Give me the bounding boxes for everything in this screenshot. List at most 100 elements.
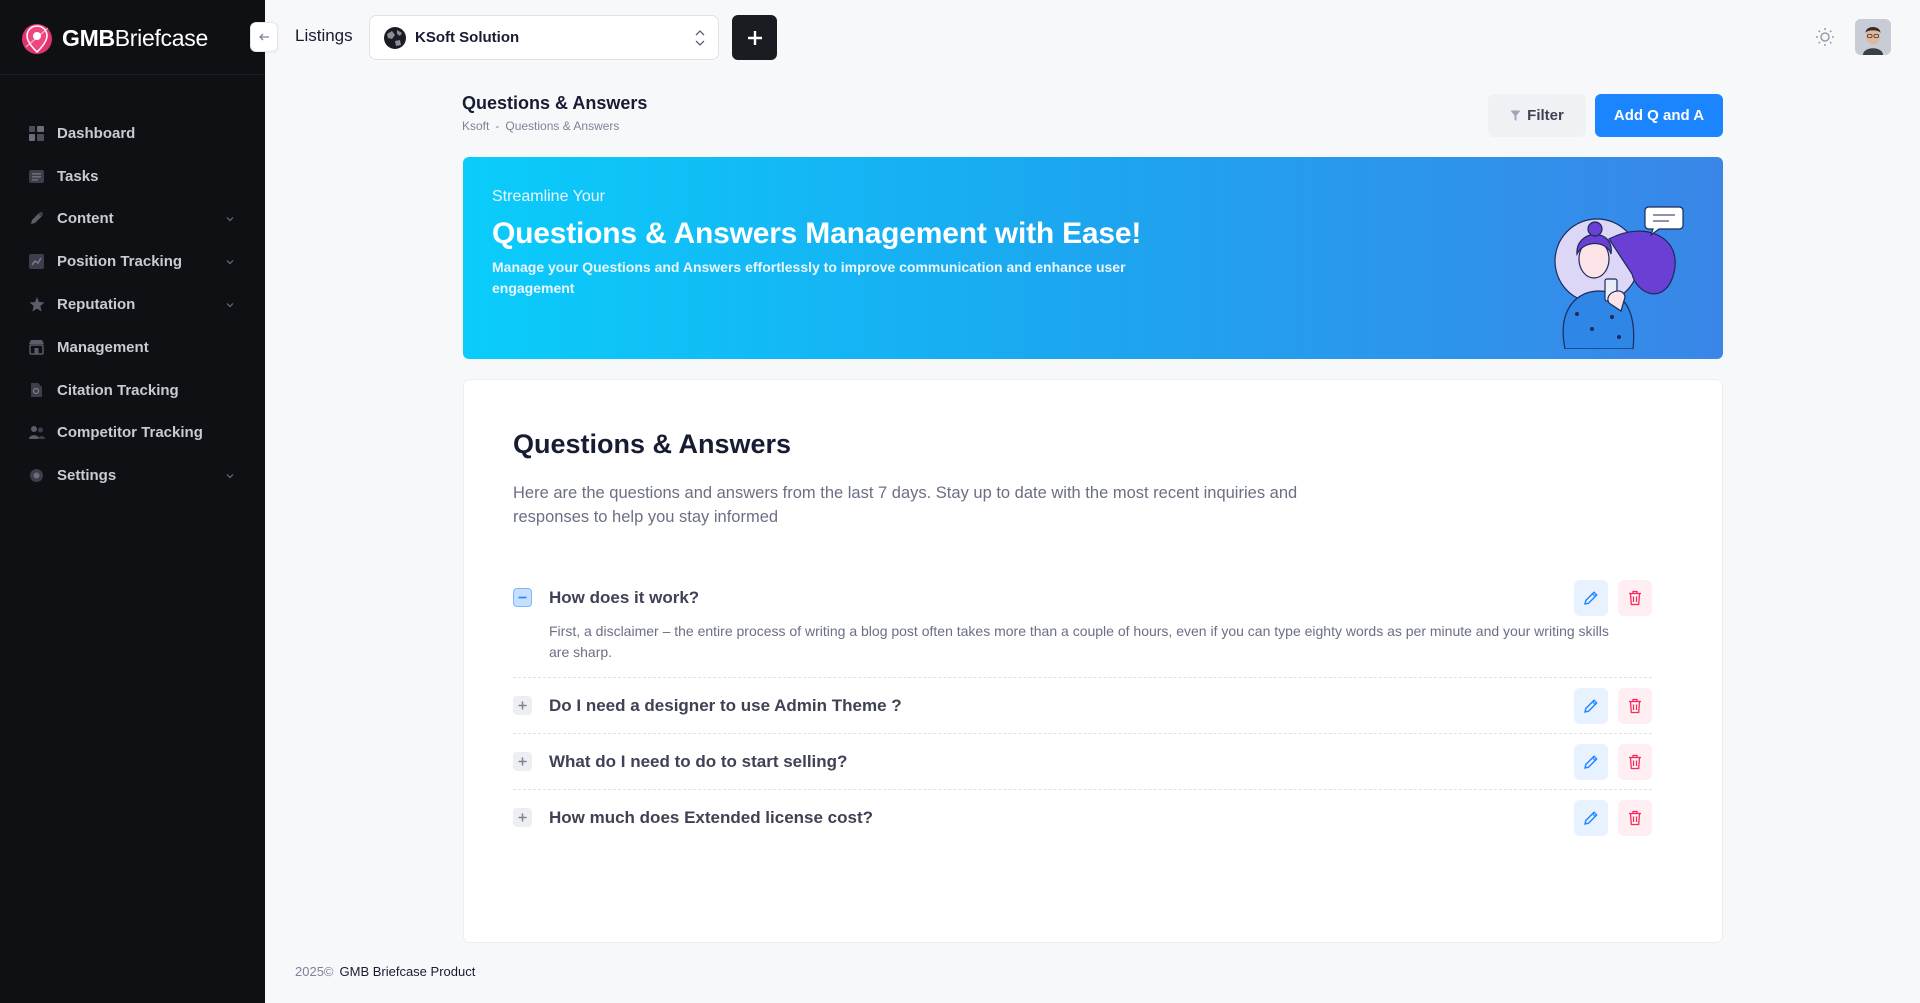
edit-button[interactable] [1574,799,1608,836]
page-title: Questions & Answers [462,93,648,113]
sidebar-item-tasks[interactable]: Tasks [0,155,265,198]
logo-pin-icon [22,24,52,54]
sidebar-item-label: Tasks [57,167,99,185]
filter-button[interactable]: Filter [1488,94,1586,137]
sidebar-item-label: Reputation [57,296,136,314]
qa-question[interactable]: How does it work? [549,588,1564,608]
promo-banner: Streamline Your Questions & Answers Mana… [463,157,1723,359]
chevron-down-icon [226,302,234,307]
qa-item: What do I need to do to start selling? [513,734,1652,790]
users-icon [28,424,45,441]
sidebar-item-label: Settings [57,467,117,485]
delete-button[interactable] [1618,799,1652,836]
trash-icon [1629,754,1641,769]
sidebar-item-label: Competitor Tracking [57,424,203,442]
brand-logo[interactable]: GMBBriefcase [20,18,208,58]
expand-toggle-icon[interactable] [513,696,532,715]
user-avatar[interactable] [1855,19,1891,55]
qa-question[interactable]: How much does Extended license cost? [549,808,1564,828]
footer-product-link[interactable]: GMB Briefcase Product [340,964,476,979]
pencil-icon [1584,754,1598,769]
sidebar-item-competitor-tracking[interactable]: Competitor Tracking [0,412,265,455]
listing-select-value: KSoft Solution [415,29,520,46]
brand-name-bold: GMB [62,24,115,51]
sidebar-item-management[interactable]: Management [0,326,265,369]
sidebar-item-label: Position Tracking [57,253,183,271]
document-icon [28,382,45,399]
trash-icon [1629,810,1641,825]
select-arrows-icon [692,29,708,46]
sun-icon [1816,28,1834,46]
sidebar-item-label: Dashboard [57,124,136,142]
sidebar-item-settings[interactable]: Settings [0,454,265,497]
qa-question[interactable]: Do I need a designer to use Admin Theme … [549,696,1564,716]
sidebar: GMBBriefcase Dashboard Tasks Content Pos… [0,0,265,1003]
filter-icon [1510,110,1521,121]
delete-button[interactable] [1618,579,1652,616]
collapse-toggle-icon[interactable] [513,588,532,607]
chart-icon [28,253,45,270]
chevron-down-icon [226,259,234,265]
qa-list: How does it work? First, a disclaimer – … [513,570,1652,845]
footer-year: 2025© [295,964,334,979]
listing-select[interactable]: KSoft Solution [369,15,719,60]
qa-question[interactable]: What do I need to do to start selling? [549,752,1564,772]
edit-button[interactable] [1574,743,1608,780]
sidebar-item-dashboard[interactable]: Dashboard [0,112,265,155]
chevron-down-icon [226,217,234,222]
breadcrumb-item[interactable]: Ksoft [462,119,489,133]
grid-icon [28,125,45,142]
arrow-left-icon [259,33,269,41]
woman-with-phone-illustration [1554,206,1684,349]
page-footer: 2025© GMB Briefcase Product [295,964,475,979]
expand-toggle-icon[interactable] [513,808,532,827]
breadcrumb: Ksoft - Questions & Answers [462,119,619,133]
pencil-icon [1584,698,1598,713]
topbar-title: Listings [295,26,353,45]
sidebar-nav: Dashboard Tasks Content Position Trackin… [0,112,265,497]
trash-icon [1629,698,1641,713]
user-photo [1855,19,1891,55]
edit-button[interactable] [1574,579,1608,616]
sidebar-item-label: Citation Tracking [57,381,179,399]
expand-toggle-icon[interactable] [513,752,532,771]
qa-card-title: Questions & Answers [513,429,792,459]
delete-button[interactable] [1618,743,1652,780]
qa-item: How much does Extended license cost? [513,790,1652,845]
pencil-icon [1584,590,1598,605]
gear-icon [28,467,45,484]
qa-answer: First, a disclaimer – the entire process… [549,623,1609,660]
breadcrumb-separator: - [495,119,500,133]
trash-icon [1629,590,1641,605]
sidebar-collapse-button[interactable] [250,22,278,52]
filter-button-label: Filter [1527,107,1564,124]
chevron-down-icon [226,473,234,479]
sidebar-item-label: Content [57,210,114,228]
qa-card-description: Here are the questions and answers from … [513,484,1298,526]
edit-button[interactable] [1574,687,1608,724]
qa-item: How does it work? First, a disclaimer – … [513,570,1652,678]
qa-item: Do I need a designer to use Admin Theme … [513,678,1652,734]
globe-icon [384,26,406,49]
theme-toggle-button[interactable] [1812,24,1838,50]
pen-icon [28,210,45,227]
sidebar-divider [0,74,265,75]
delete-button[interactable] [1618,687,1652,724]
banner-title: Questions & Answers Management with Ease… [492,217,1142,250]
brand-name-light: Briefcase [114,24,208,51]
sidebar-item-position-tracking[interactable]: Position Tracking [0,240,265,283]
sidebar-item-content[interactable]: Content [0,198,265,241]
add-qa-button[interactable]: Add Q and A [1595,94,1723,137]
star-icon [28,296,45,313]
banner-description: Manage your Questions and Answers effort… [492,259,1126,296]
store-icon [28,339,45,356]
sidebar-item-citation-tracking[interactable]: Citation Tracking [0,369,265,412]
banner-subtitle: Streamline Your [492,188,605,205]
qa-card: Questions & Answers Here are the questio… [463,379,1723,943]
plus-icon [747,30,762,45]
sidebar-item-label: Management [57,338,149,356]
pencil-icon [1584,810,1598,825]
sidebar-item-reputation[interactable]: Reputation [0,283,265,326]
tasks-icon [28,168,45,185]
add-listing-button[interactable] [732,15,777,60]
